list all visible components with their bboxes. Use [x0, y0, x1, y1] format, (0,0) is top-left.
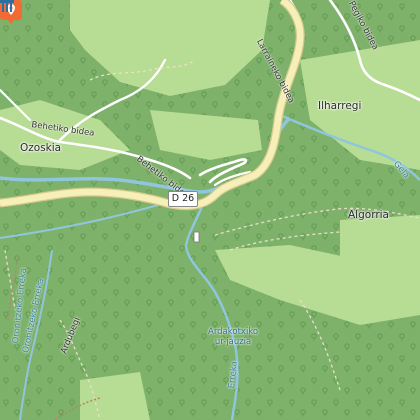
map-viewport[interactable]: Ozoskia Ilharregi Algorria Larraineko bi… — [0, 0, 420, 420]
road-badge-d26: D 26 — [168, 191, 198, 207]
place-label-ilharregi[interactable]: Ilharregi — [318, 101, 361, 112]
meadow-southwest — [80, 372, 150, 420]
poi-label-waterfall-line2: ur-jauzia — [214, 336, 252, 347]
waterfall-icon[interactable] — [0, 0, 14, 12]
poi-label-waterfall-line1: Ardakotxiko — [208, 327, 259, 337]
place-label-algorria[interactable]: Algorria — [348, 210, 389, 221]
bridge — [193, 231, 200, 243]
place-label-ozoskia[interactable]: Ozoskia — [20, 143, 61, 154]
poi-label-waterfall[interactable]: Ardakotxiko ur-jauzia — [208, 328, 258, 346]
